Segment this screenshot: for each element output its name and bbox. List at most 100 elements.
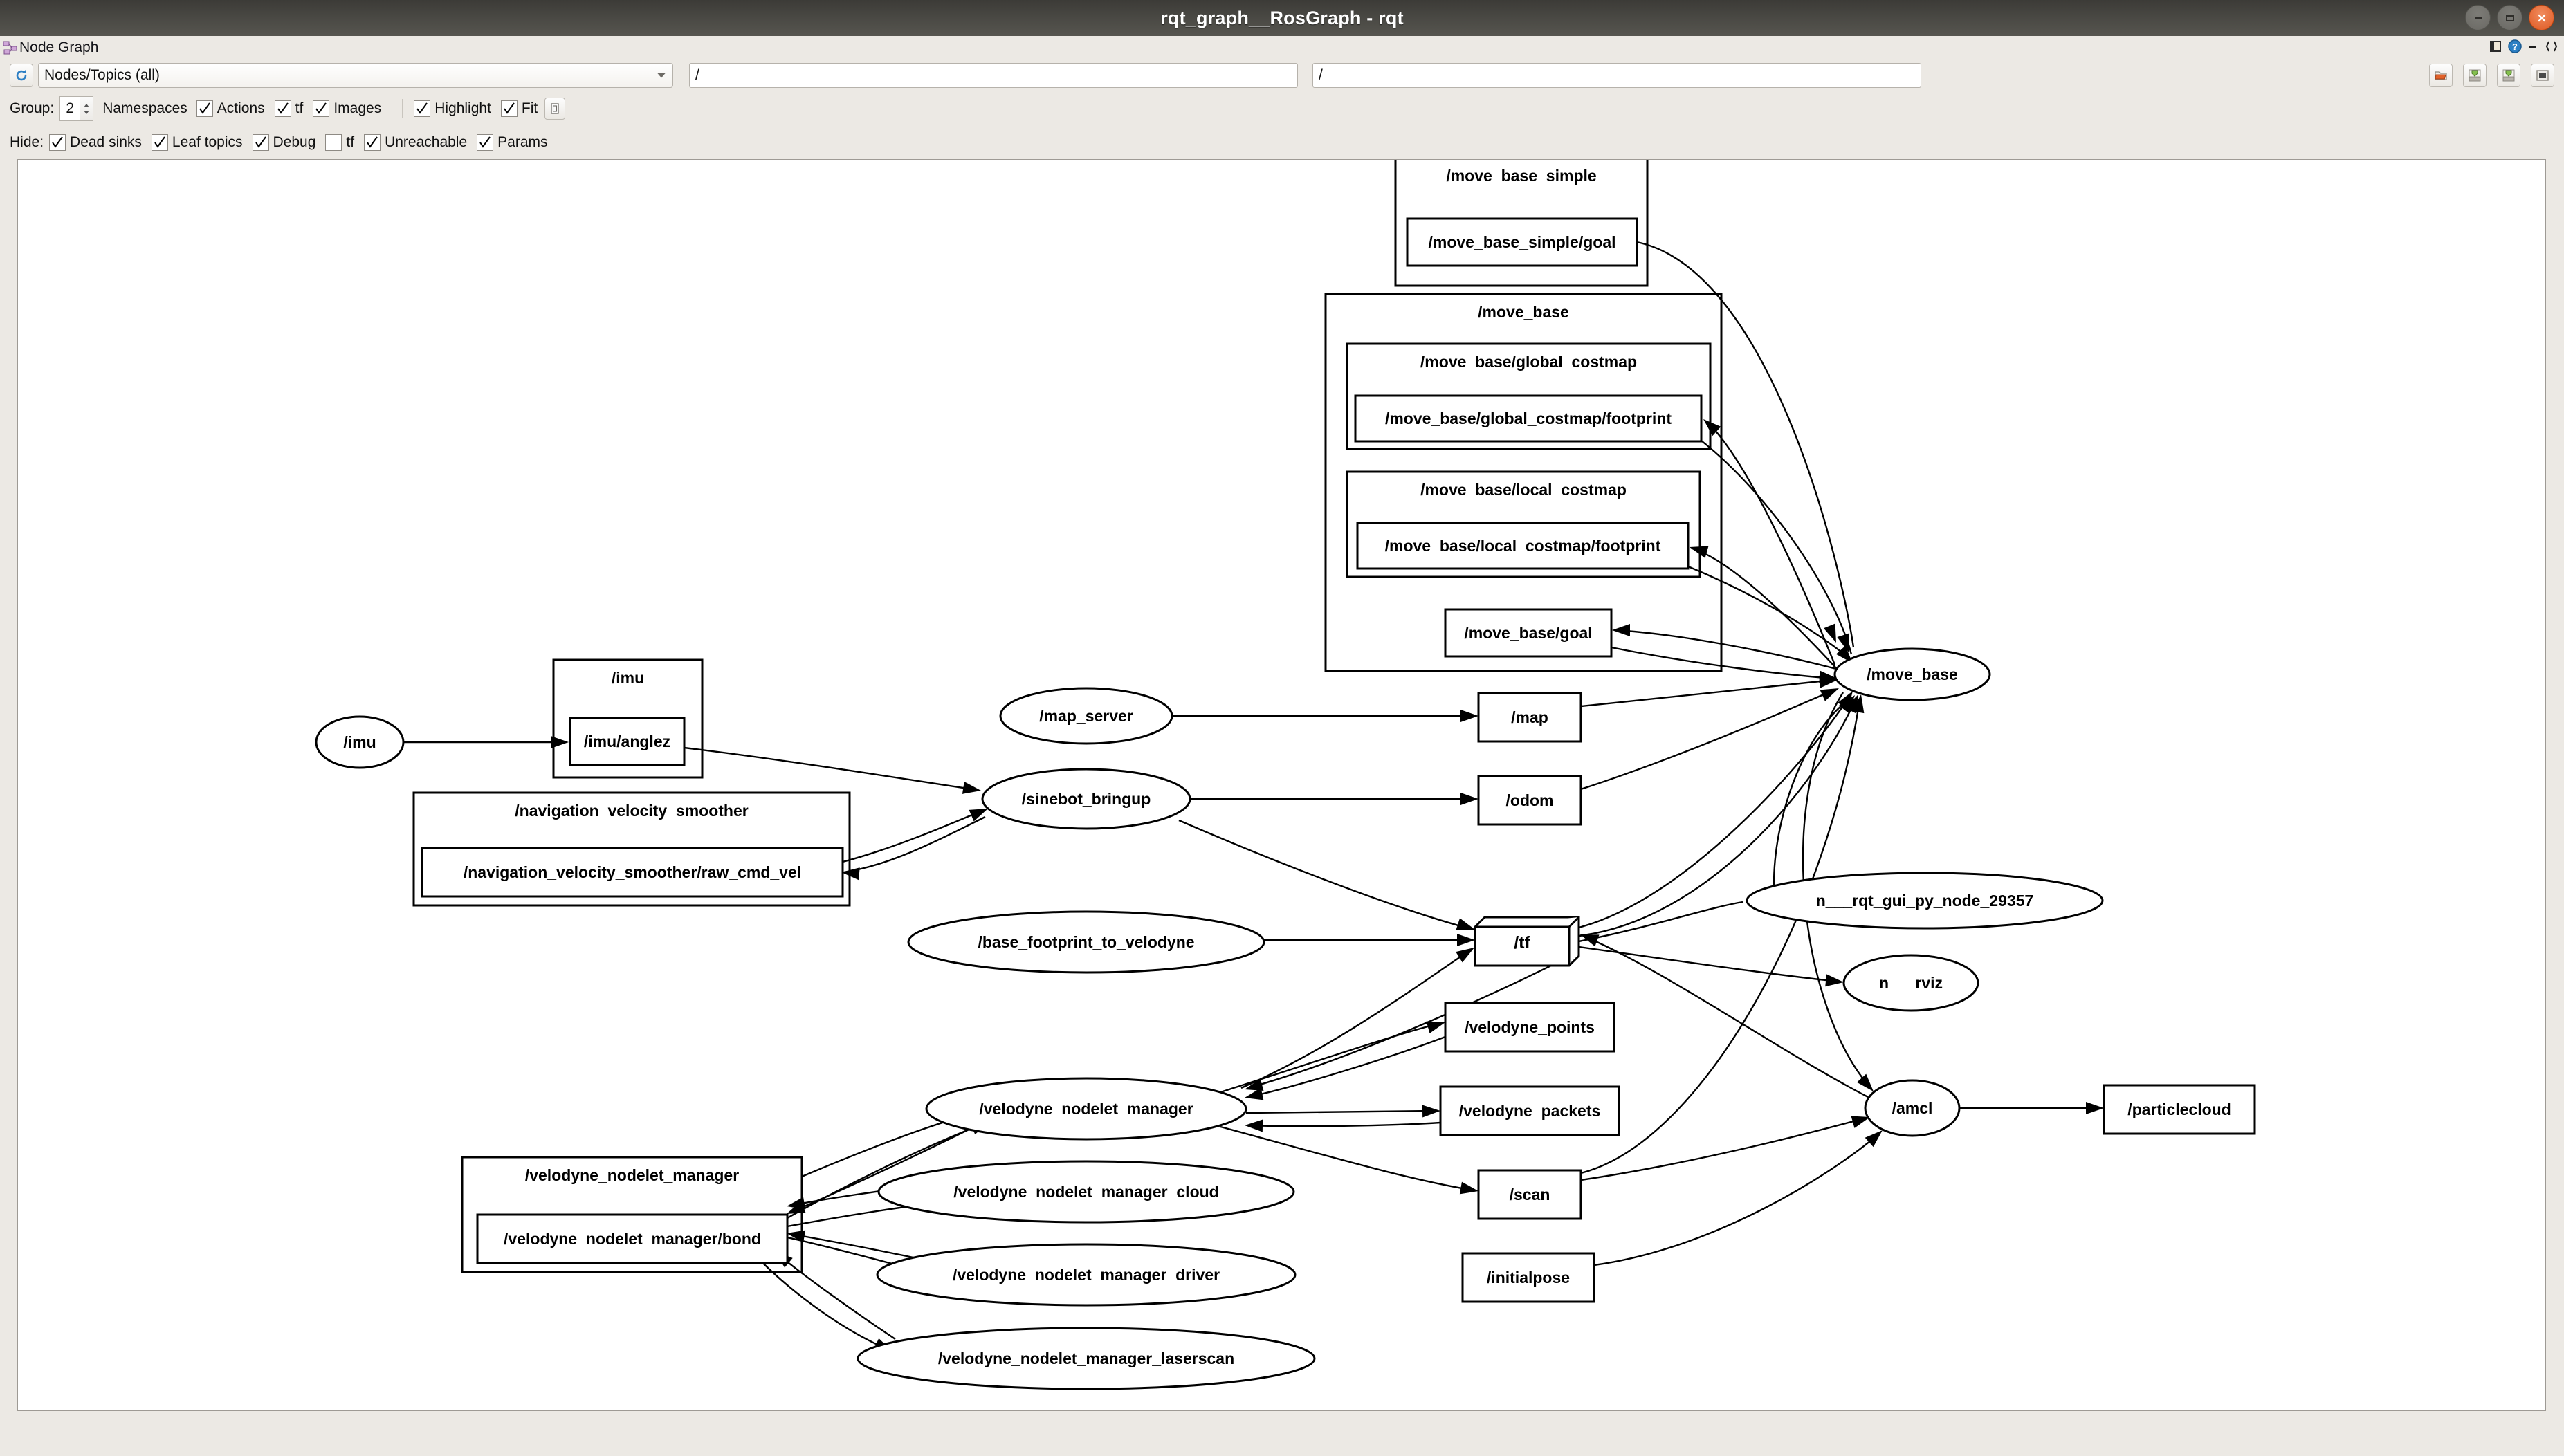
tf-node-label: /tf xyxy=(1514,933,1530,952)
checkbox-box[interactable] xyxy=(196,100,213,117)
checkbox-box[interactable] xyxy=(325,134,342,151)
fit-label: Fit xyxy=(521,100,538,116)
ros-node-graph[interactable]: /move_base_simple/move_base/move_base/gl… xyxy=(18,160,2545,1410)
edge-arrowhead xyxy=(1825,974,1844,987)
graph-ros-node[interactable]: /velodyne_nodelet_manager_driver xyxy=(876,1243,1297,1307)
edge-arrowhead xyxy=(1690,546,1709,558)
graph-topic-node[interactable]: /move_base/global_costmap/footprint xyxy=(1354,394,1703,443)
checkbox-box[interactable] xyxy=(151,134,168,151)
svg-text:?: ? xyxy=(2512,42,2518,52)
topic-label: /map xyxy=(1511,708,1548,726)
checkbox-box[interactable] xyxy=(274,100,291,117)
graph-topic-node[interactable]: /map xyxy=(1477,692,1582,743)
check-icon xyxy=(367,136,378,148)
graph-topic-node[interactable]: /velodyne_packets xyxy=(1439,1085,1620,1136)
hide-dead-sinks-checkbox[interactable]: Dead sinks xyxy=(49,134,142,151)
save-icon xyxy=(2502,69,2515,82)
load-dot-button[interactable] xyxy=(2429,64,2453,87)
refresh-button[interactable] xyxy=(10,64,33,87)
graph-ros-node[interactable]: /velodyne_nodelet_manager_laserscan xyxy=(857,1327,1316,1390)
edge-arrowhead xyxy=(1422,1105,1440,1118)
hide-debug-checkbox[interactable]: Debug xyxy=(252,134,315,151)
stepper-up-icon[interactable] xyxy=(84,103,90,107)
graph-edge xyxy=(749,1249,889,1351)
graph-topic-node[interactable]: /imu/anglez xyxy=(569,717,686,766)
graph-topic-node[interactable]: /odom xyxy=(1477,775,1582,826)
graph-canvas[interactable]: /move_base_simple/move_base/move_base/gl… xyxy=(17,159,2546,1411)
minimize-icon[interactable] xyxy=(2527,40,2540,53)
stepper-down-icon[interactable] xyxy=(84,110,90,114)
graph-ros-node[interactable]: /velodyne_nodelet_manager_cloud xyxy=(877,1160,1295,1224)
hide-unreachable-checkbox[interactable]: Unreachable xyxy=(364,134,467,151)
undock-icon[interactable] xyxy=(2489,39,2502,53)
refresh-icon xyxy=(16,69,27,81)
close-button[interactable] xyxy=(2529,5,2554,30)
checkbox-box[interactable] xyxy=(252,134,269,151)
cluster-label: /move_base/local_costmap xyxy=(1420,481,1627,499)
graph-ros-node[interactable]: /amcl xyxy=(1864,1079,1961,1137)
checkbox-box[interactable] xyxy=(500,100,518,117)
save-image-button[interactable] xyxy=(2497,64,2520,87)
screenshot-button[interactable] xyxy=(2531,64,2554,87)
hide-leaf-topics-checkbox[interactable]: Leaf topics xyxy=(151,134,243,151)
graph-topic-node[interactable]: /velodyne_nodelet_manager/bond xyxy=(476,1213,789,1264)
node-label: /imu xyxy=(343,733,376,751)
maximize-button[interactable] xyxy=(2497,5,2522,30)
close-icon[interactable] xyxy=(2545,39,2558,53)
graph-topic-node[interactable]: /velodyne_points xyxy=(1444,1002,1615,1053)
graph-topic-node[interactable]: /move_base_simple/goal xyxy=(1406,217,1638,267)
graph-ros-node[interactable]: /base_footprint_to_velodyne xyxy=(907,910,1265,974)
graph-topic-node[interactable]: /move_base/local_costmap/footprint xyxy=(1356,522,1690,570)
minimize-button[interactable] xyxy=(2465,5,2491,30)
tf-checkbox[interactable]: tf xyxy=(274,100,303,117)
graph-tf-node[interactable]: /tf xyxy=(1474,916,1580,967)
node-label: /amcl xyxy=(1892,1099,1933,1117)
graph-topic-node[interactable]: /initialpose xyxy=(1461,1252,1595,1303)
question-icon[interactable]: ? xyxy=(2507,39,2522,54)
graph-edge xyxy=(842,809,985,863)
checkbox-box[interactable] xyxy=(414,100,431,117)
actions-checkbox[interactable]: Actions xyxy=(196,100,265,117)
checkbox-box[interactable] xyxy=(49,134,66,151)
edge-arrowhead xyxy=(962,782,981,794)
fit-in-view-button[interactable] xyxy=(544,98,566,120)
node-filter-input[interactable]: / xyxy=(1312,63,1921,88)
images-checkbox[interactable]: Images xyxy=(313,100,381,117)
group-depth-input[interactable]: 2 xyxy=(59,96,80,121)
highlight-checkbox[interactable]: Highlight xyxy=(414,100,491,117)
highlight-label: Highlight xyxy=(434,100,491,116)
graph-edge xyxy=(1247,1121,1441,1127)
graph-topic-node[interactable]: /scan xyxy=(1477,1169,1582,1220)
checkbox-box[interactable] xyxy=(477,134,494,151)
edge-arrowhead xyxy=(1460,793,1478,805)
graph-ros-node[interactable]: /map_server xyxy=(999,687,1173,745)
graph-topic-node[interactable]: /particlecloud xyxy=(2103,1084,2256,1135)
save-dot-button[interactable] xyxy=(2463,64,2487,87)
edge-arrowhead xyxy=(1580,934,1600,947)
group-depth-stepper[interactable] xyxy=(80,96,94,121)
topic-label: /initialpose xyxy=(1487,1269,1570,1287)
graph-edge xyxy=(843,815,986,874)
hide-tf-label: tf xyxy=(346,134,355,150)
graph-type-combobox[interactable]: Nodes/Topics (all) xyxy=(38,63,673,88)
cluster-label: /imu xyxy=(612,669,644,687)
hide-label: Hide: xyxy=(10,134,44,150)
fit-checkbox[interactable]: Fit xyxy=(500,100,538,117)
node-label: /sinebot_bringup xyxy=(1022,790,1151,808)
topic-label: /move_base_simple/goal xyxy=(1428,233,1615,251)
hide-tf-checkbox[interactable]: tf xyxy=(325,134,354,151)
graph-topic-node[interactable]: /move_base/goal xyxy=(1444,608,1613,658)
hide-params-checkbox[interactable]: Params xyxy=(477,134,548,151)
graph-ros-node[interactable]: /move_base xyxy=(1833,647,1991,701)
minimize-icon xyxy=(2474,17,2482,19)
graph-ros-node[interactable]: /velodyne_nodelet_manager xyxy=(925,1077,1247,1141)
graph-ros-node[interactable]: n___rqt_gui_py_node_29357 xyxy=(1746,872,2104,930)
graph-topic-node[interactable]: /navigation_velocity_smoother/raw_cmd_ve… xyxy=(421,847,844,898)
topic-filter-input[interactable]: / xyxy=(689,63,1298,88)
graph-ros-node[interactable]: /imu xyxy=(315,715,405,769)
checkbox-box[interactable] xyxy=(364,134,381,151)
node-label: /velodyne_nodelet_manager_laserscan xyxy=(938,1349,1234,1367)
graph-ros-node[interactable]: n___rviz xyxy=(1842,954,1979,1012)
graph-ros-node[interactable]: /sinebot_bringup xyxy=(981,768,1191,830)
checkbox-box[interactable] xyxy=(313,100,330,117)
